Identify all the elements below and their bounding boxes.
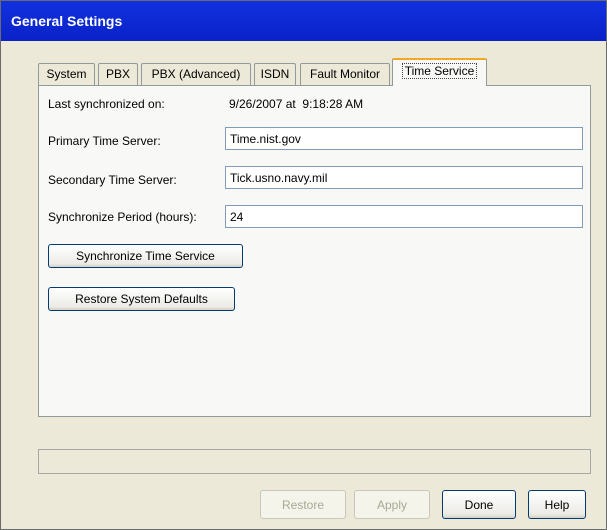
sync-period-label: Synchronize Period (hours): bbox=[48, 210, 197, 224]
last-sync-value: 9/26/2007 at 9:18:28 AM bbox=[229, 97, 364, 111]
secondary-server-input[interactable] bbox=[225, 166, 583, 189]
tab-pbx-advanced[interactable]: PBX (Advanced) bbox=[141, 63, 251, 85]
tab-system-label: System bbox=[46, 67, 87, 81]
last-sync-label: Last synchronized on: bbox=[48, 97, 165, 111]
window-title: General Settings bbox=[11, 13, 123, 29]
tab-isdn[interactable]: ISDN bbox=[254, 63, 296, 85]
synchronize-time-service-button[interactable]: Synchronize Time Service bbox=[48, 244, 243, 268]
primary-server-label: Primary Time Server: bbox=[48, 134, 161, 148]
primary-server-input[interactable] bbox=[225, 127, 583, 150]
tab-fault-monitor-label: Fault Monitor bbox=[309, 67, 381, 81]
help-button[interactable]: Help bbox=[528, 490, 586, 519]
status-bar bbox=[38, 449, 591, 474]
general-settings-dialog: General Settings System PBX PBX (Advance… bbox=[0, 0, 607, 530]
tab-pbx[interactable]: PBX bbox=[98, 63, 138, 85]
tab-time-service-label: Time Service bbox=[401, 63, 478, 79]
apply-button[interactable]: Apply bbox=[354, 490, 430, 519]
tab-fault-monitor[interactable]: Fault Monitor bbox=[300, 63, 390, 85]
tab-pbx-label: PBX bbox=[105, 67, 130, 81]
tab-isdn-label: ISDN bbox=[260, 67, 290, 81]
time-service-panel: Last synchronized on: 9/26/2007 at 9:18:… bbox=[38, 85, 591, 417]
restore-system-defaults-button[interactable]: Restore System Defaults bbox=[48, 287, 235, 311]
done-button[interactable]: Done bbox=[442, 490, 516, 519]
restore-button[interactable]: Restore bbox=[260, 490, 346, 519]
tab-pbx-advanced-label: PBX (Advanced) bbox=[151, 67, 241, 81]
title-bar[interactable]: General Settings bbox=[1, 1, 606, 41]
tab-time-service[interactable]: Time Service bbox=[392, 58, 487, 86]
tab-system[interactable]: System bbox=[38, 63, 95, 85]
secondary-server-label: Secondary Time Server: bbox=[48, 173, 177, 187]
sync-period-input[interactable] bbox=[225, 205, 583, 228]
